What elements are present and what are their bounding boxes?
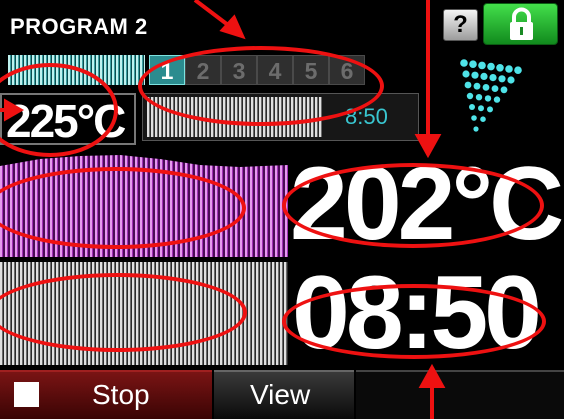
annotation-ring-timer bbox=[282, 284, 546, 359]
annotation-ring-steps bbox=[138, 46, 384, 126]
annotation-ring-timer-graph bbox=[0, 273, 247, 352]
annotation-ring-temperature bbox=[282, 163, 544, 248]
